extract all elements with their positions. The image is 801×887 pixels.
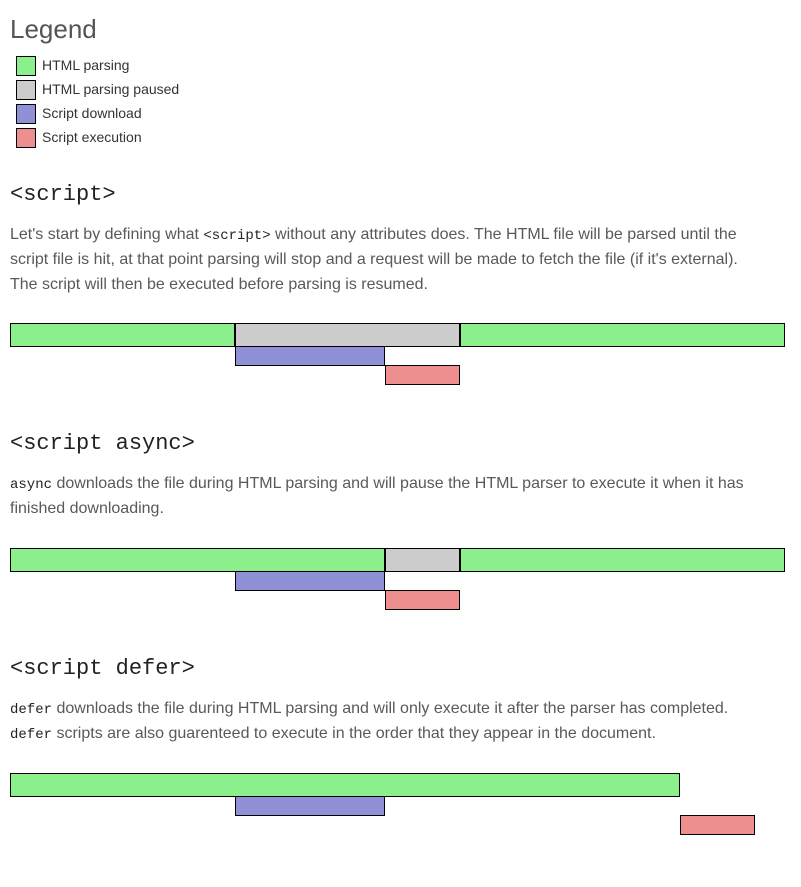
legend-label: HTML parsing [42,55,129,76]
legend-row: HTML parsing [10,55,791,76]
timeline-bar-html_parsing [10,773,680,797]
timeline-bar-html_parsing [10,323,235,347]
section-script-plain: <script> Let's start by defining what <s… [10,178,791,399]
timeline-bar-html_parsing [460,323,785,347]
section-heading: <script> [10,178,791,211]
timeline-diagram [10,323,785,399]
section-heading: <script defer> [10,652,791,685]
inline-code: defer [10,702,52,718]
swatch-icon [16,56,36,76]
section-script-async: <script async> async downloads the file … [10,427,791,624]
timeline-bar-html_parsing [460,548,785,572]
timeline-bar-script_exec [385,365,460,385]
inline-code: <script> [203,228,270,244]
timeline-diagram [10,773,785,849]
section-heading: <script async> [10,427,791,460]
swatch-icon [16,104,36,124]
timeline-bar-script_download [235,796,385,816]
timeline-diagram [10,548,785,624]
section-description: Let's start by defining what <script> wi… [10,223,750,297]
section-description: async downloads the file during HTML par… [10,472,750,522]
timeline-bar-script_exec [385,590,460,610]
timeline-bar-script_exec [680,815,755,835]
inline-code: async [10,477,52,493]
legend-label: Script download [42,103,142,124]
swatch-icon [16,128,36,148]
legend-row: Script download [10,103,791,124]
legend-label: Script execution [42,127,142,148]
inline-code: defer [10,727,52,743]
legend: Legend HTML parsing HTML parsing paused … [10,10,791,148]
legend-label: HTML parsing paused [42,79,179,100]
section-description: defer downloads the file during HTML par… [10,697,750,747]
timeline-bar-html_parsing [10,548,385,572]
timeline-bar-parsing_paused [385,548,460,572]
timeline-bar-parsing_paused [235,323,460,347]
legend-title: Legend [10,10,791,49]
legend-row: Script execution [10,127,791,148]
section-script-defer: <script defer> defer downloads the file … [10,652,791,849]
timeline-bar-script_download [235,571,385,591]
legend-row: HTML parsing paused [10,79,791,100]
timeline-bar-script_download [235,346,385,366]
swatch-icon [16,80,36,100]
